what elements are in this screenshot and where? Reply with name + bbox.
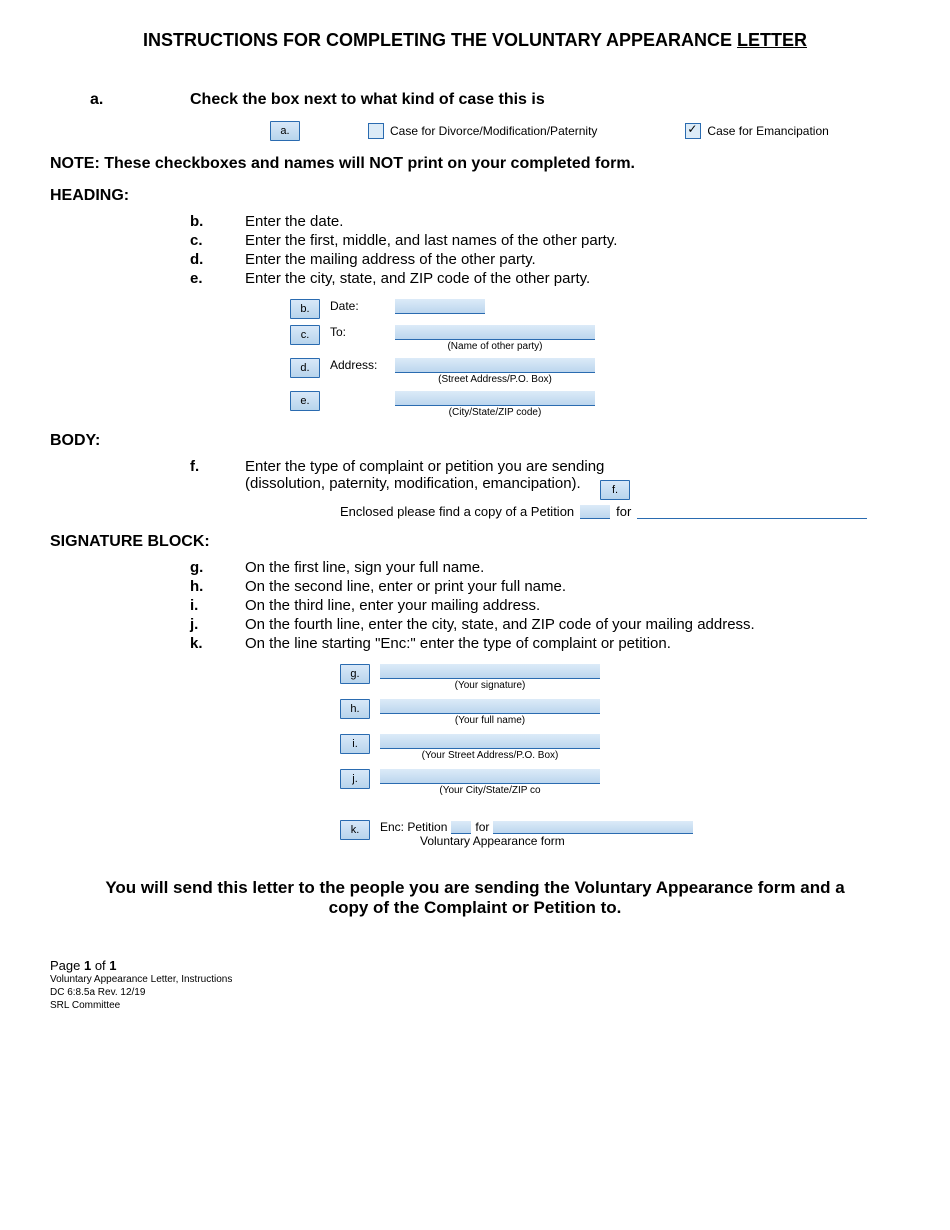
fig-row-j: j. (Your City/State/ZIP co xyxy=(340,769,900,796)
tag-f: f. xyxy=(600,480,630,500)
sublabel-signature: (Your signature) xyxy=(380,680,600,691)
checkbox-unchecked-icon xyxy=(368,123,384,139)
figure-gk: g. (Your signature) h. (Your full name) … xyxy=(240,664,900,848)
field-date xyxy=(395,299,485,314)
tag-g: g. xyxy=(340,664,370,684)
field-label-to: To: xyxy=(330,325,385,339)
tag-c: c. xyxy=(290,325,320,345)
tag-k: k. xyxy=(340,820,370,840)
sublabel-your-street: (Your Street Address/P.O. Box) xyxy=(380,750,600,761)
fig-row-e: e. (City/State/ZIP code) xyxy=(290,391,900,418)
sublabel-city: (City/State/ZIP code) xyxy=(395,407,595,418)
fig-row-c: c. To: (Name of other party) xyxy=(290,325,900,352)
item-k: k.On the line starting "Enc:" enter the … xyxy=(50,635,900,652)
tag-a: a. xyxy=(270,121,300,141)
page-title: INSTRUCTIONS FOR COMPLETING THE VOLUNTAR… xyxy=(50,30,900,51)
footer-line2: Voluntary Appearance Letter, Instruction… xyxy=(50,973,900,986)
figure-a: a. Case for Divorce/Modification/Paterni… xyxy=(240,121,900,141)
field-fullname xyxy=(380,699,600,714)
body-label: BODY: xyxy=(50,432,900,450)
item-h: h.On the second line, enter or print you… xyxy=(50,578,900,595)
sublabel-street: (Street Address/P.O. Box) xyxy=(395,374,595,385)
checkbox-option-1: Case for Divorce/Modification/Paternity xyxy=(368,123,597,139)
fig-row-k: k. Enc: Petition for Voluntary Appearanc… xyxy=(340,820,900,848)
footer-message: You will send this letter to the people … xyxy=(90,878,860,918)
figure-f: f. Enclosed please find a copy of a Peti… xyxy=(240,504,900,519)
item-e: e.Enter the city, state, and ZIP code of… xyxy=(50,270,900,287)
fig-row-h: h. (Your full name) xyxy=(340,699,900,726)
field-f-small xyxy=(580,505,610,519)
field-to xyxy=(395,325,595,340)
sublabel-your-city: (Your City/State/ZIP co xyxy=(380,785,600,796)
title-suffix: LETTER xyxy=(737,30,807,50)
sublabel-fullname: (Your full name) xyxy=(380,715,600,726)
item-b: b.Enter the date. xyxy=(50,213,900,230)
sublabel-voluntary: Voluntary Appearance form xyxy=(380,834,693,848)
checkbox-checked-icon xyxy=(685,123,701,139)
checkbox-option-2: Case for Emancipation xyxy=(685,123,828,139)
footer-line3: DC 6:8.5a Rev. 12/19 xyxy=(50,986,900,999)
field-signature xyxy=(380,664,600,679)
field-address xyxy=(395,358,595,373)
field-enc-line xyxy=(493,821,693,834)
fig-row-g: g. (Your signature) xyxy=(340,664,900,691)
option-2-label: Case for Emancipation xyxy=(707,124,828,138)
note-text: NOTE: These checkboxes and names will NO… xyxy=(50,155,900,173)
footer-line4: SRL Committee xyxy=(50,999,900,1012)
item-a-label: a. xyxy=(50,91,190,109)
figure-be: b. Date: c. To: (Name of other party) d.… xyxy=(240,299,900,418)
item-g: g.On the first line, sign your full name… xyxy=(50,559,900,576)
enc-label: Enc: Petition xyxy=(380,820,447,834)
item-d: d.Enter the mailing address of the other… xyxy=(50,251,900,268)
item-c: c.Enter the first, middle, and last name… xyxy=(50,232,900,249)
item-a-text: Check the box next to what kind of case … xyxy=(190,91,900,109)
item-a: a. Check the box next to what kind of ca… xyxy=(50,91,900,109)
tag-h: h. xyxy=(340,699,370,719)
field-label-date: Date: xyxy=(330,299,385,313)
field-your-city xyxy=(380,769,600,784)
item-i: i.On the third line, enter your mailing … xyxy=(50,597,900,614)
tag-j: j. xyxy=(340,769,370,789)
tag-e: e. xyxy=(290,391,320,411)
fig-row-b: b. Date: xyxy=(290,299,900,319)
field-f-line xyxy=(637,505,867,519)
enc-for: for xyxy=(475,820,489,834)
heading-label: HEADING: xyxy=(50,187,900,205)
tag-i: i. xyxy=(340,734,370,754)
signature-label: SIGNATURE BLOCK: xyxy=(50,533,900,551)
title-prefix: INSTRUCTIONS FOR COMPLETING THE VOLUNTAR… xyxy=(143,30,737,50)
sublabel-name: (Name of other party) xyxy=(395,341,595,352)
field-citystatezip xyxy=(395,391,595,406)
fig-f-text1: Enclosed please find a copy of a Petitio… xyxy=(340,504,574,519)
item-f: f.Enter the type of complaint or petitio… xyxy=(50,458,900,492)
tag-b: b. xyxy=(290,299,320,319)
item-j: j.On the fourth line, enter the city, st… xyxy=(50,616,900,633)
page-footer: Page 1 of 1 Voluntary Appearance Letter,… xyxy=(50,958,900,1012)
tag-d: d. xyxy=(290,358,320,378)
field-your-street xyxy=(380,734,600,749)
fig-row-d: d. Address: (Street Address/P.O. Box) xyxy=(290,358,900,385)
option-1-label: Case for Divorce/Modification/Paternity xyxy=(390,124,597,138)
field-enc-small xyxy=(451,821,471,834)
fig-row-i: i. (Your Street Address/P.O. Box) xyxy=(340,734,900,761)
field-label-address: Address: xyxy=(330,358,385,372)
fig-f-text2: for xyxy=(616,504,631,519)
